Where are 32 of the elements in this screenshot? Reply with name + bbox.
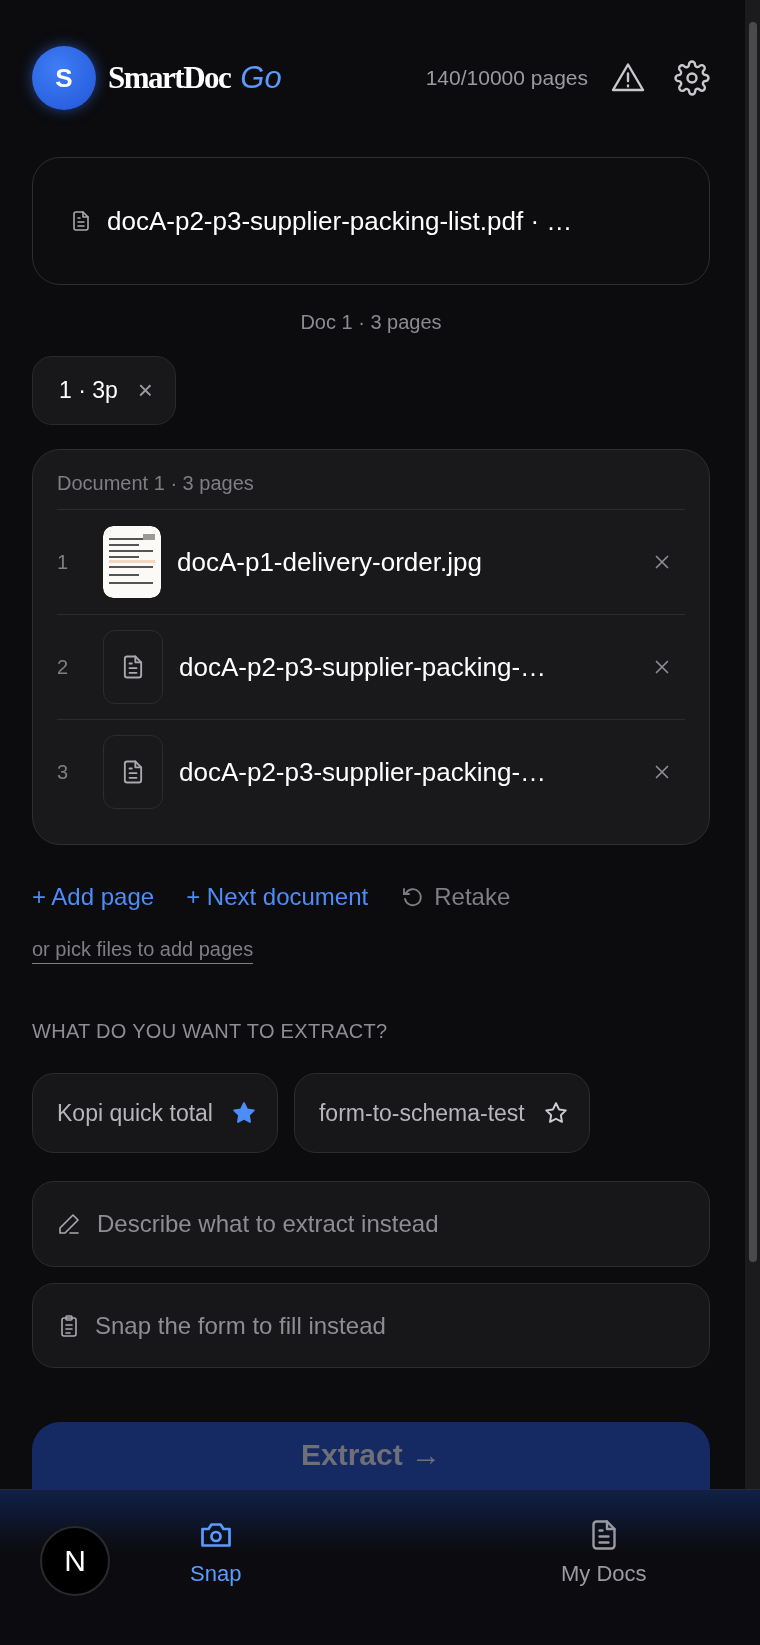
page-file-name: docA-p2-p3-supplier-packing-… <box>179 651 548 683</box>
template-chip[interactable]: Kopi quick total <box>32 1073 278 1154</box>
page-number: 1 <box>57 550 70 574</box>
scrollbar-thumb[interactable] <box>748 22 757 1262</box>
brand-logo: SmartDoc <box>108 60 231 96</box>
dev-badge[interactable]: N <box>40 1525 110 1596</box>
nav-tab[interactable]: My Docs <box>555 1515 653 1588</box>
nav-tab[interactable]: Snap <box>184 1515 248 1588</box>
template-chip[interactable]: form-to-schema-test <box>294 1073 590 1154</box>
pick-files-link[interactable]: or pick files to add pages <box>32 937 254 965</box>
brand-suffix: Go <box>240 60 282 96</box>
settings-icon[interactable] <box>674 60 710 96</box>
section-label: WHAT DO YOU WANT TO EXTRACT? <box>32 1020 389 1044</box>
page-number: 3 <box>57 760 70 784</box>
next-document-link[interactable]: + Next document <box>186 883 369 912</box>
page-file-name: docA-p1-delivery-order.jpg <box>177 546 483 578</box>
describe-field[interactable]: Describe what to extract instead <box>32 1181 710 1268</box>
document-chip[interactable]: 1 · 3p × <box>32 356 176 426</box>
doc-summary: Doc 1 · 3 pages <box>300 311 442 335</box>
snap-form-button[interactable]: Snap the form to fill instead <box>32 1283 710 1368</box>
pencil-icon <box>57 1212 81 1237</box>
document-title: Document 1 · 3 pages <box>57 472 685 511</box>
avatar[interactable]: S <box>32 46 96 110</box>
remove-button[interactable]: × <box>137 375 153 407</box>
file-name: docA-p2-p3-supplier-packing-list.pdf · … <box>107 205 573 237</box>
add-page-link[interactable]: + Add page <box>32 883 155 912</box>
file-card[interactable]: docA-p2-p3-supplier-packing-list.pdf · … <box>32 157 710 286</box>
describe-input[interactable]: Describe what to extract instead <box>95 1209 685 1240</box>
retake-button[interactable]: Retake <box>400 883 511 912</box>
page-file-name: docA-p2-p3-supplier-packing-… <box>179 756 548 788</box>
usage-count: 140/10000 pages <box>425 66 588 90</box>
page-number: 2 <box>57 655 70 679</box>
